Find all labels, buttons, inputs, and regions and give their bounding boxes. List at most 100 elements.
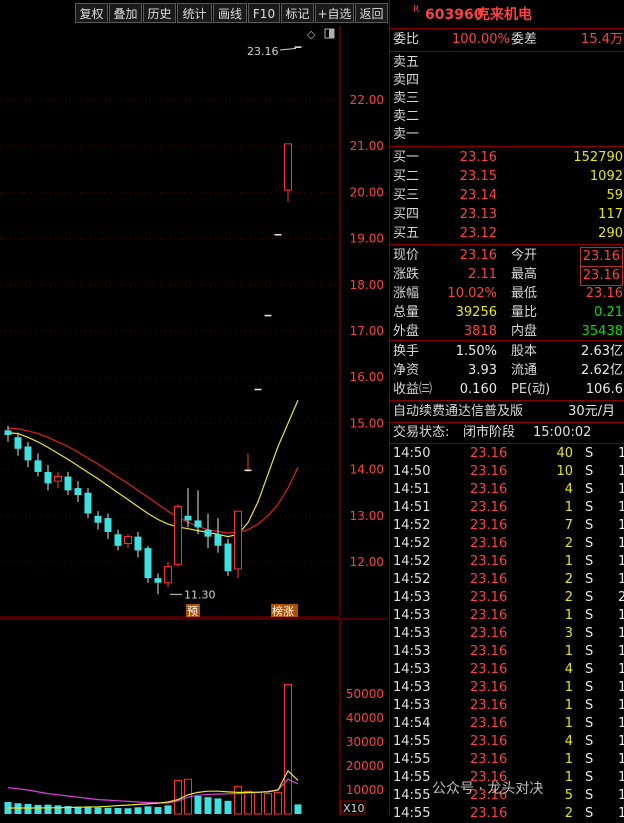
volume-bar xyxy=(94,807,102,814)
marker-limit-up[interactable]: 榜涨 xyxy=(272,604,294,618)
commission-ratio-value: 100.00% xyxy=(452,32,510,47)
toolbar-button-f10[interactable]: F10 xyxy=(248,3,280,23)
volume-bar xyxy=(54,805,62,814)
volume-bar xyxy=(34,804,42,814)
volume-tick-label: 10000 xyxy=(346,783,384,797)
candle-body xyxy=(244,469,252,472)
trade-direction: S xyxy=(585,500,594,515)
candle-body xyxy=(274,233,282,236)
trade-volume: 1 xyxy=(564,644,573,659)
trade-row[interactable]: 14:52 23.16 2 S 1 xyxy=(390,535,624,553)
trade-row[interactable]: 14:53 23.16 4 S 1 xyxy=(390,661,624,679)
volume-bar xyxy=(274,791,282,815)
toolbar-button-drawing[interactable]: 画线 xyxy=(213,3,247,23)
kline-chart-area[interactable]: ◇ 22.00 21.00 20.00 19.00 18.00 17.00 16.00 15.… xyxy=(0,26,388,815)
trade-volume: 1 xyxy=(564,698,573,713)
trade-count: 1 xyxy=(618,536,624,551)
volume-bar xyxy=(224,800,232,814)
trade-count: 1 xyxy=(618,500,624,515)
volume-tick-label: 40000 xyxy=(346,711,384,725)
trade-row[interactable]: 14:52 23.16 1 S 1 xyxy=(390,553,624,571)
ask-row[interactable]: 卖五 xyxy=(390,54,624,72)
quote-value: 2.11 xyxy=(468,267,497,282)
price-tick-label: 12.00 xyxy=(350,555,384,569)
toolbar-button-statistics[interactable]: 统计 xyxy=(177,3,212,23)
ask-row[interactable]: 卖二 xyxy=(390,108,624,126)
kline-chart-svg[interactable]: ◇ 22.00 21.00 20.00 19.00 18.00 17.00 16.00 15.… xyxy=(0,26,388,815)
trade-price: 23.16 xyxy=(470,662,508,677)
bid-volume: 117 xyxy=(598,207,623,222)
trade-time: 14:51 xyxy=(393,500,431,515)
trade-price: 23.16 xyxy=(470,716,508,731)
trade-volume: 1 xyxy=(564,554,573,569)
low-price-annotation: 11.30 xyxy=(184,588,216,601)
toolbar-button-history[interactable]: 历史 xyxy=(143,3,176,23)
bid-row[interactable]: 买五 23.12 290 xyxy=(390,225,624,243)
trade-row[interactable]: 14:53 23.16 1 S 1 xyxy=(390,697,624,715)
trade-time: 14:55 xyxy=(393,806,431,821)
trade-row[interactable]: 14:52 23.16 7 S 1 xyxy=(390,517,624,535)
promo-text[interactable]: 自动续费通达信普及版 xyxy=(393,403,523,421)
bid-row[interactable]: 买三 23.14 59 xyxy=(390,187,624,205)
trade-row[interactable]: 14:50 23.16 10 S 1 xyxy=(390,463,624,481)
bid-price: 23.12 xyxy=(459,226,497,241)
trade-volume: 1 xyxy=(564,716,573,731)
trade-row[interactable]: 14:51 23.16 4 S 1 xyxy=(390,481,624,499)
toolbar-button-mark[interactable]: 标记 xyxy=(281,3,314,23)
trade-count: 1 xyxy=(618,464,624,479)
trade-row[interactable]: 14:50 23.16 40 S 1 xyxy=(390,445,624,463)
trade-row[interactable]: 14:55 23.16 2 S 1 xyxy=(390,805,624,823)
finance-value-right: 106.6 xyxy=(585,382,623,397)
bid-label: 买三 xyxy=(393,188,420,203)
trade-row[interactable]: 14:55 23.16 4 S 1 xyxy=(390,733,624,751)
marker-preview[interactable]: 预 xyxy=(187,605,198,618)
ask-row[interactable]: 卖三 xyxy=(390,90,624,108)
bid-row[interactable]: 买一 23.16 152790 xyxy=(390,149,624,167)
trade-price: 23.16 xyxy=(470,464,508,479)
trade-time: 14:52 xyxy=(393,518,431,533)
trade-direction: S xyxy=(585,464,594,479)
candle-body xyxy=(214,534,222,546)
ask-label: 卖一 xyxy=(393,127,420,142)
promo-row[interactable]: 自动续费通达信普及版 30元/月 xyxy=(390,403,624,421)
trade-row[interactable]: 14:54 23.16 1 S 1 xyxy=(390,715,624,733)
trade-row[interactable]: 14:55 23.16 1 S 1 xyxy=(390,751,624,769)
stock-badge: R xyxy=(413,5,420,15)
trade-price: 23.16 xyxy=(470,500,508,515)
toolbar-button-overlay[interactable]: 叠加 xyxy=(109,3,142,23)
quote-value: 39256 xyxy=(455,305,497,320)
toolbar-button-add-watchlist[interactable]: +自选 xyxy=(315,3,354,23)
trade-volume: 4 xyxy=(564,734,573,749)
trade-row[interactable]: 14:53 23.16 2 S 2 xyxy=(390,589,624,607)
ask-row[interactable]: 卖四 xyxy=(390,72,624,90)
finance-value: 0.160 xyxy=(459,382,497,397)
trade-row[interactable]: 14:52 23.16 2 S 1 xyxy=(390,571,624,589)
trade-direction: S xyxy=(585,806,594,821)
chart-diamond-icon[interactable]: ◇ xyxy=(307,28,316,41)
bid-row[interactable]: 买四 23.13 117 xyxy=(390,206,624,224)
trade-time: 14:53 xyxy=(393,590,431,605)
trade-row[interactable]: 14:53 23.16 1 S 1 xyxy=(390,607,624,625)
volume-tick-label: 30000 xyxy=(346,735,384,749)
commission-row: 委比 100.00% 委差 15.4万 xyxy=(390,31,624,49)
high-annotation-arrow xyxy=(279,47,297,51)
bid-label: 买二 xyxy=(393,169,420,184)
trade-row[interactable]: 14:51 23.16 1 S 1 xyxy=(390,499,624,517)
trade-volume: 1 xyxy=(564,608,573,623)
trade-time: 14:53 xyxy=(393,608,431,623)
toolbar-button-back[interactable]: 返回 xyxy=(355,3,388,23)
trade-row[interactable]: 14:53 23.16 1 S 1 xyxy=(390,643,624,661)
quote-panel: R 603960 克来机电 委比 100.00% 委差 15.4万 卖五 卖四 卖三… xyxy=(389,0,624,821)
toolbar-button-restore-rights[interactable]: 复权 xyxy=(75,3,108,23)
quote-label: 外盘 xyxy=(393,324,420,339)
quote-row: 现价 23.16 今开 23.16 xyxy=(390,247,624,267)
ask-row[interactable]: 卖一 xyxy=(390,126,624,144)
trade-row[interactable]: 14:53 23.16 1 S 1 xyxy=(390,679,624,697)
bid-row[interactable]: 买二 23.15 1092 xyxy=(390,168,624,186)
promo-price[interactable]: 30元/月 xyxy=(568,403,615,421)
volume-bar xyxy=(244,790,252,815)
trade-price: 23.16 xyxy=(470,734,508,749)
trade-row[interactable]: 14:53 23.16 3 S 1 xyxy=(390,625,624,643)
watermark: 公众号 · 龙头对决 xyxy=(432,781,544,797)
bid-price: 23.16 xyxy=(459,150,497,165)
